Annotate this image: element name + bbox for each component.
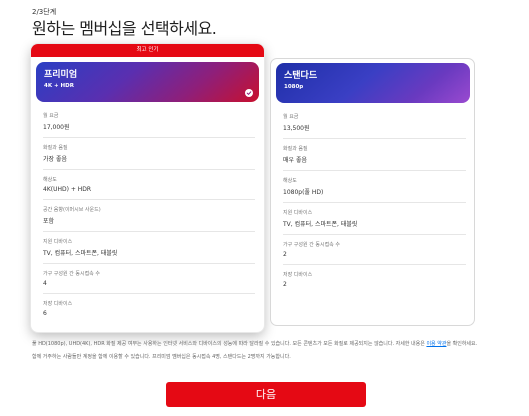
quality-note: 풀 HD(1080p), UHD(4K), HDR 화질 제공 여부는 사용하는… — [32, 340, 502, 349]
detail-value: TV, 컴퓨터, 스마트폰, 태블릿 — [283, 221, 358, 228]
plan-resolution: 4K + HDR — [44, 83, 74, 89]
quality-note-text: 풀 HD(1080p), UHD(4K), HDR 화질 제공 여부는 사용하는… — [32, 341, 427, 347]
detail-label: 가구 구성원 간 동시접속 수 — [43, 271, 100, 277]
detail-row: 지원 디바이스 TV, 컴퓨터, 스마트폰, 태블릿 — [283, 203, 466, 235]
sharing-note: 함께 거주하는 사람들만 계정을 함께 이용할 수 있습니다. 프리미엄 멤버십… — [32, 353, 291, 360]
plan-notes: 풀 HD(1080p), UHD(4K), HDR 화질 제공 여부는 사용하는… — [32, 340, 502, 365]
detail-row: 해상도 4K(UHD) + HDR — [43, 170, 255, 200]
detail-label: 공간 음향(이머시브 사운드) — [43, 207, 101, 213]
detail-label: 지원 디바이스 — [43, 239, 73, 245]
quality-note-text-end: 을 확인하세요. — [446, 341, 478, 347]
terms-link[interactable]: 이용 약관 — [426, 341, 446, 347]
detail-row: 월 요금 17,000원 — [43, 106, 255, 138]
detail-row: 월 요금 13,500원 — [283, 107, 466, 139]
detail-row: 화질과 음질 매우 좋음 — [283, 139, 466, 171]
detail-row: 공간 음향(이머시브 사운드) 포함 — [43, 200, 255, 232]
plan-details: 월 요금 13,500원 화질과 음질 매우 좋음 해상도 1080p(풀 HD… — [283, 107, 466, 294]
detail-value: 17,000원 — [43, 124, 70, 131]
detail-value: 매우 좋음 — [283, 157, 307, 164]
detail-value: 13,500원 — [283, 125, 310, 132]
detail-value: 2 — [283, 251, 287, 258]
next-button[interactable]: 다음 — [166, 382, 366, 407]
detail-row: 해상도 1080p(풀 HD) — [283, 171, 466, 203]
detail-row: 저장 디바이스 6 — [43, 294, 255, 323]
plan-name: 스탠다드 — [284, 71, 318, 81]
detail-label: 가구 구성원 간 동시접속 수 — [283, 242, 340, 248]
detail-row: 지원 디바이스 TV, 컴퓨터, 스마트폰, 태블릿 — [43, 232, 255, 264]
detail-row: 가구 구성원 간 동시접속 수 4 — [43, 264, 255, 294]
page-title: 원하는 멤버십을 선택하세요. — [32, 19, 217, 38]
plan-header-standard: 스탠다드 1080p — [276, 63, 470, 103]
detail-label: 월 요금 — [283, 114, 299, 120]
detail-value: 가장 좋음 — [43, 156, 67, 163]
plan-resolution: 1080p — [284, 84, 304, 90]
detail-label: 월 요금 — [43, 113, 59, 119]
detail-row: 저장 디바이스 2 — [283, 265, 466, 294]
detail-label: 화질과 음질 — [43, 145, 68, 151]
check-icon — [245, 89, 253, 97]
detail-label: 저장 디바이스 — [283, 272, 313, 278]
detail-label: 해상도 — [283, 178, 297, 184]
detail-label: 지원 디바이스 — [283, 210, 313, 216]
detail-value: 1080p(풀 HD) — [283, 189, 324, 196]
plan-card-standard[interactable]: 스탠다드 1080p 월 요금 13,500원 화질과 음질 매우 좋음 해상도… — [270, 58, 475, 326]
detail-value: 포함 — [43, 218, 55, 225]
plan-name: 프리미엄 — [44, 70, 78, 80]
detail-value: TV, 컴퓨터, 스마트폰, 태블릿 — [43, 250, 118, 257]
detail-label: 저장 디바이스 — [43, 301, 73, 307]
plan-details: 월 요금 17,000원 화질과 음질 가장 좋음 해상도 4K(UHD) + … — [43, 106, 255, 323]
detail-label: 해상도 — [43, 177, 57, 183]
detail-value: 4 — [43, 280, 47, 287]
plan-card-premium[interactable]: 최고 인기 프리미엄 4K + HDR 월 요금 17,000원 화질과 음질 … — [31, 44, 264, 332]
detail-value: 4K(UHD) + HDR — [43, 186, 92, 193]
detail-label: 화질과 음질 — [283, 146, 308, 152]
detail-value: 2 — [283, 281, 287, 288]
detail-value: 6 — [43, 310, 47, 317]
plan-header-premium: 프리미엄 4K + HDR — [36, 62, 259, 102]
most-popular-badge: 최고 인기 — [31, 44, 264, 57]
detail-row: 가구 구성원 간 동시접속 수 2 — [283, 235, 466, 265]
detail-row: 화질과 음질 가장 좋음 — [43, 138, 255, 170]
